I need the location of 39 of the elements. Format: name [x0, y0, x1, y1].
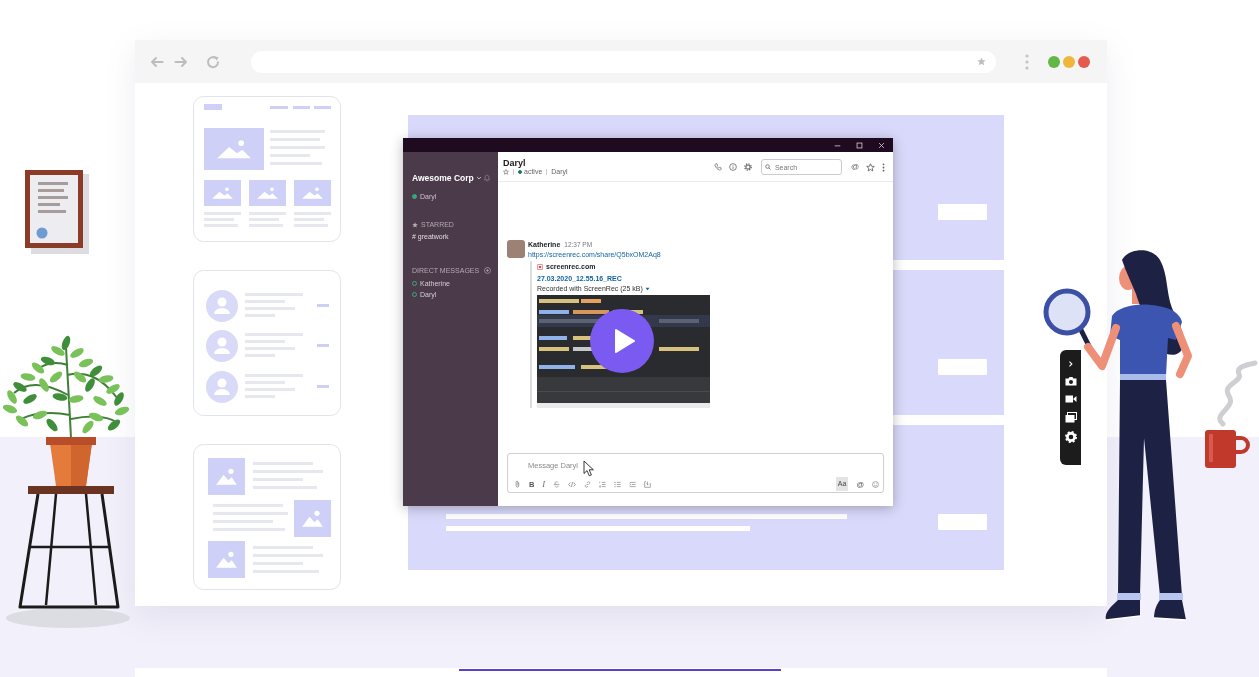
indent-list-icon[interactable] [628, 480, 636, 488]
star-outline-icon[interactable] [503, 169, 509, 175]
star-icon [412, 221, 418, 228]
caret-down-icon[interactable] [644, 286, 650, 291]
bulleted-list-icon[interactable] [613, 480, 621, 488]
more-icon[interactable] [882, 162, 885, 172]
camera-icon[interactable] [1064, 376, 1077, 386]
chevron-right-icon[interactable] [1067, 360, 1074, 368]
link-icon[interactable] [583, 480, 591, 488]
window-dot-icon[interactable] [1048, 55, 1060, 68]
mentions-button[interactable]: @ [850, 162, 859, 172]
avatar-photo-placeholder [507, 240, 525, 258]
snippet-icon[interactable] [643, 480, 651, 488]
reload-icon[interactable] [206, 54, 220, 69]
star-outline-icon[interactable] [866, 162, 875, 172]
phone-icon[interactable] [713, 163, 722, 171]
window-dot-icon[interactable] [1063, 55, 1075, 68]
window-dot-icon[interactable] [1078, 55, 1090, 68]
numbered-list-icon[interactable] [598, 480, 606, 488]
maximize-icon[interactable] [856, 141, 863, 149]
paperclip-icon[interactable] [514, 480, 521, 488]
info-icon[interactable] [728, 163, 737, 171]
workspace-name[interactable]: Awesome Corp [412, 173, 474, 183]
video-camera-icon[interactable] [1064, 394, 1077, 404]
close-icon[interactable] [878, 141, 885, 149]
conversation-title: Daryl [503, 158, 527, 168]
add-icon[interactable] [484, 267, 491, 274]
emoji-icon[interactable] [872, 480, 879, 488]
strikethrough-icon[interactable] [552, 480, 560, 488]
mouse-cursor-icon [583, 460, 595, 477]
back-arrow-icon[interactable] [150, 54, 164, 69]
site-favicon-icon [537, 263, 543, 270]
code-icon[interactable] [567, 480, 576, 488]
play-icon [615, 329, 635, 353]
bookmark-star-icon[interactable] [977, 57, 986, 66]
chevron-down-icon[interactable] [475, 175, 482, 181]
forward-arrow-icon[interactable] [174, 54, 188, 69]
windows-icon[interactable] [1064, 412, 1077, 423]
search-icon [764, 164, 771, 170]
